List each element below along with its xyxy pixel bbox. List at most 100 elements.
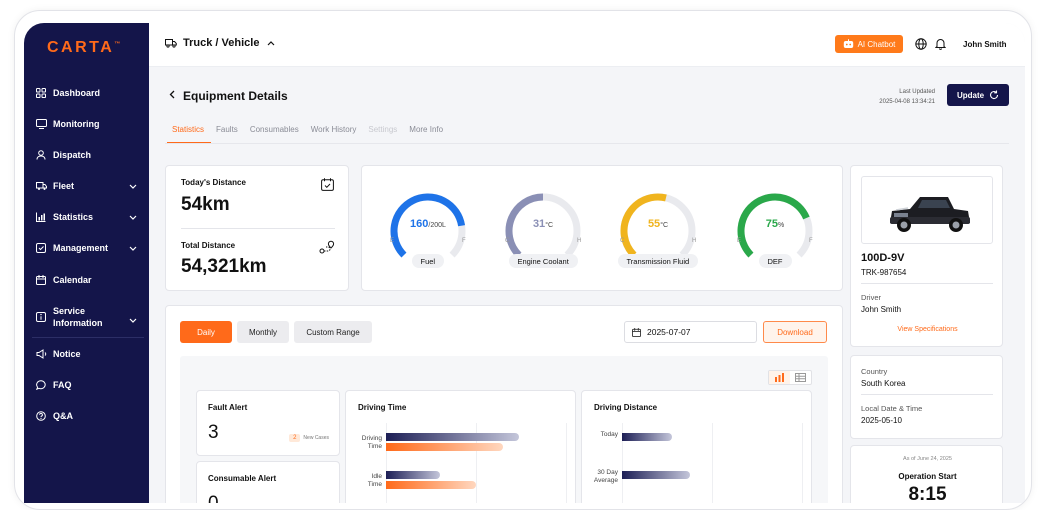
bar-label: Today xyxy=(600,431,618,438)
gauge-min-label: C xyxy=(620,238,625,244)
date-picker[interactable]: 2025-07-07 xyxy=(624,321,757,343)
bar-series-orange xyxy=(386,481,476,489)
update-label: Update xyxy=(956,90,985,100)
driving-time-title: Driving Time xyxy=(358,403,407,412)
gauge-unit: /200L xyxy=(428,222,446,229)
bar-label: 30 Day Average xyxy=(593,469,618,484)
download-button[interactable]: Download xyxy=(763,321,827,343)
total-distance-label: Total Distance xyxy=(181,241,236,250)
gauge-value: 75% xyxy=(730,218,820,230)
bar-series-navy xyxy=(622,471,691,479)
gauge-label: DEF xyxy=(758,254,792,268)
gauge-label: Fuel xyxy=(411,254,445,268)
tab-more-info[interactable]: More Info xyxy=(404,121,450,143)
tab-bar: Statistics Faults Consumables Work Histo… xyxy=(167,121,450,143)
distance-card: Today's Distance 54km Total Distance 54,… xyxy=(165,165,349,291)
sidebar-item-qna[interactable]: Q&A xyxy=(35,405,143,427)
divider xyxy=(861,283,993,284)
driver-label: Driver xyxy=(861,293,881,302)
gauge-number: 55 xyxy=(647,218,661,230)
last-updated: Last Updated 2025-04-08 13:34:21 xyxy=(879,87,935,107)
gauge-min-label: E xyxy=(737,238,742,244)
consumable-alert-label: Consumable Alert xyxy=(208,474,277,483)
truck-icon xyxy=(165,38,177,48)
vehicle-model: 100D-9V xyxy=(861,252,905,264)
chevron-down-icon xyxy=(129,212,137,222)
daily-button[interactable]: Daily xyxy=(180,321,232,343)
tab-work-history[interactable]: Work History xyxy=(306,121,364,143)
sidebar-item-faq[interactable]: FAQ xyxy=(35,374,143,396)
sidebar-item-fleet[interactable]: Fleet xyxy=(35,175,143,197)
last-updated-value: 2025-04-08 13:34:21 xyxy=(879,99,935,105)
bar-series-orange xyxy=(386,443,503,451)
update-button[interactable]: Update xyxy=(947,84,1009,106)
back-arrow-icon[interactable] xyxy=(169,90,175,102)
driver-name: John Smith xyxy=(861,305,902,314)
sidebar-item-label: Dispatch xyxy=(53,150,92,160)
fluid-gauges-card: 160/200L E F Fuel 31°C C H Engine Coolant 55°C C H… xyxy=(361,165,843,291)
operation-start-value: 8:15 xyxy=(908,484,947,503)
stats-inner-area: Fault Alert 3 2 New Cases Consumable Ale… xyxy=(180,356,828,503)
view-specifications-link[interactable]: View Specifications xyxy=(851,326,1004,333)
management-icon xyxy=(35,242,47,254)
gauge-value: 160/200L xyxy=(383,218,473,230)
person-icon xyxy=(35,149,47,161)
gridline xyxy=(712,423,713,503)
operation-start-label: Operation Start xyxy=(898,472,957,481)
gauge-min-label: E xyxy=(390,238,395,244)
truck-icon xyxy=(35,180,47,192)
driving-distance-title: Driving Distance xyxy=(594,403,658,412)
logo[interactable]: CARTA™ xyxy=(47,39,120,57)
user-name[interactable]: John Smith xyxy=(963,40,1007,49)
gauge-label: Engine Coolant xyxy=(508,254,578,268)
sidebar-item-label: Monitoring xyxy=(53,119,100,129)
top-bar: Truck / Vehicle AI Chatbot John Smith xyxy=(149,23,1025,67)
sidebar-item-dashboard[interactable]: Dashboard xyxy=(35,82,143,104)
sidebar-item-management[interactable]: Management xyxy=(35,237,143,259)
robot-icon xyxy=(843,39,854,49)
sidebar-item-calendar[interactable]: Calendar xyxy=(35,269,143,291)
bar-chart-view-icon[interactable] xyxy=(769,371,790,384)
custom-range-button[interactable]: Custom Range xyxy=(294,321,372,343)
vehicle-type-selector[interactable]: Truck / Vehicle xyxy=(165,37,275,49)
country-label: Country xyxy=(861,367,888,376)
table-view-icon[interactable] xyxy=(790,371,811,384)
operation-card: As of June 24, 2025 Operation Start 8:15 xyxy=(850,445,1003,503)
ai-chatbot-button[interactable]: AI Chatbot xyxy=(835,35,903,53)
page-title: Equipment Details xyxy=(183,89,288,103)
sidebar-item-dispatch[interactable]: Dispatch xyxy=(35,144,143,166)
total-distance-value: 54,321km xyxy=(181,256,267,277)
today-distance-label: Today's Distance xyxy=(181,178,246,187)
gauge-unit: % xyxy=(778,222,785,229)
sidebar-item-monitoring[interactable]: Monitoring xyxy=(35,113,143,135)
globe-icon[interactable] xyxy=(915,38,927,52)
fault-alert-card[interactable]: Fault Alert 3 2 New Cases xyxy=(196,390,340,456)
grid-icon xyxy=(35,87,47,99)
gridline xyxy=(566,423,567,503)
divider xyxy=(181,228,335,229)
tab-statistics[interactable]: Statistics xyxy=(167,121,212,143)
sidebar-divider xyxy=(32,337,144,338)
bar-label: Idle Time xyxy=(367,473,382,488)
sidebar-item-notice[interactable]: Notice xyxy=(35,343,143,365)
local-date-value: 2025-05-10 xyxy=(861,416,902,425)
tab-settings[interactable]: Settings xyxy=(363,121,404,143)
tab-faults[interactable]: Faults xyxy=(211,121,245,143)
chevron-down-icon xyxy=(129,243,137,253)
bar-series-navy xyxy=(386,471,440,479)
sidebar-item-service-information[interactable]: Service Information xyxy=(35,303,143,331)
sidebar-item-statistics[interactable]: Statistics xyxy=(35,206,143,228)
driving-time-card: Driving Time Driving Time Idle Time xyxy=(345,390,576,503)
gauge-number: 31 xyxy=(532,218,546,230)
chat-icon xyxy=(35,379,47,391)
megaphone-icon xyxy=(35,348,47,360)
new-cases-label: New Cases xyxy=(303,435,329,441)
tab-consumables[interactable]: Consumables xyxy=(245,121,306,143)
last-updated-label: Last Updated xyxy=(899,89,935,95)
gauge-label: Transmission Fluid xyxy=(617,254,699,268)
monthly-button[interactable]: Monthly xyxy=(237,321,289,343)
consumable-alert-card[interactable]: Consumable Alert 0 xyxy=(196,461,340,503)
sidebar-item-label: Dashboard xyxy=(53,88,101,98)
sidebar-item-label: Q&A xyxy=(53,411,73,421)
bell-icon[interactable] xyxy=(934,38,947,52)
